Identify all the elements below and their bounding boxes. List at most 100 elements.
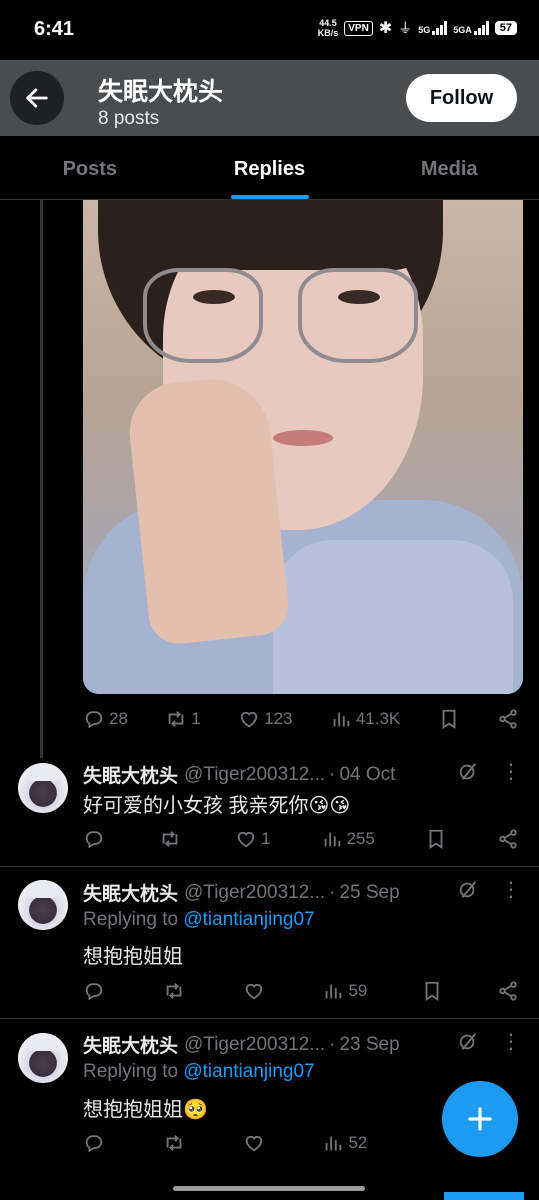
like-button[interactable]: 123 <box>238 708 292 730</box>
views-chart-icon <box>333 712 350 727</box>
share-icon <box>499 829 517 849</box>
replying-to: Replying to @tiantianjing07 <box>83 1061 315 1082</box>
bookmark-icon <box>429 829 443 849</box>
vpn-badge: VPN <box>344 20 373 36</box>
heart-icon <box>240 711 258 728</box>
reply-button[interactable] <box>83 980 109 1002</box>
arrow-left-icon <box>26 88 48 108</box>
reply-icon <box>85 983 103 1001</box>
share-button[interactable] <box>497 980 519 1002</box>
author-name[interactable]: 失眠大枕头 <box>83 1031 178 1058</box>
follow-button[interactable]: Follow <box>406 74 517 122</box>
tab-posts[interactable]: Posts <box>0 136 180 199</box>
more-options-icon[interactable]: ⋮ <box>501 759 521 784</box>
like-button[interactable] <box>243 1132 269 1154</box>
tab-replies[interactable]: Replies <box>180 136 360 199</box>
like-button[interactable] <box>243 980 269 1002</box>
views-chart-icon <box>326 1136 342 1151</box>
replying-to: Replying to @tiantianjing07 <box>83 909 315 930</box>
tweet-text: 好可爱的小女孩 我亲死你😘😘 <box>83 795 351 817</box>
bookmark-button[interactable] <box>425 828 447 850</box>
share-button[interactable] <box>497 708 519 730</box>
author-handle[interactable]: @Tiger200312... <box>184 1034 325 1056</box>
author-name[interactable]: 失眠大枕头 <box>83 761 178 788</box>
grok-icon[interactable] <box>457 1031 479 1053</box>
status-time: 6:41 <box>34 18 75 40</box>
post-count: 8 posts <box>98 108 160 129</box>
share-button[interactable] <box>497 828 519 850</box>
post-action-bar: 28 1 123 41.3K <box>83 708 519 730</box>
views-button[interactable]: 41.3K <box>330 708 400 730</box>
tweet-text: 想抱抱姐姐 <box>83 946 183 968</box>
tweet-date[interactable]: 04 Oct <box>339 764 395 786</box>
heart-icon <box>245 983 262 1000</box>
compose-button[interactable] <box>442 1081 518 1157</box>
like-button[interactable]: 1 <box>235 828 271 850</box>
views-button[interactable]: 59 <box>322 980 367 1002</box>
tweet-action-bar: 59 <box>83 980 519 1002</box>
repost-button[interactable] <box>159 828 185 850</box>
repost-icon <box>168 711 184 727</box>
author-handle[interactable]: @Tiger200312... <box>184 882 325 904</box>
views-button[interactable]: 52 <box>322 1132 367 1154</box>
repost-button[interactable] <box>163 1132 189 1154</box>
separator-dot: · <box>329 1033 336 1055</box>
heart-icon <box>245 1135 262 1152</box>
views-chart-icon <box>326 984 342 999</box>
more-options-icon[interactable]: ⋮ <box>501 877 521 902</box>
profile-name: 失眠大枕头 <box>98 78 224 106</box>
more-options-icon[interactable]: ⋮ <box>501 1029 521 1054</box>
tweet-date[interactable]: 23 Sep <box>339 1034 399 1056</box>
tweet-action-bar: 1 255 <box>83 828 519 850</box>
separator-dot: · <box>329 763 336 785</box>
bluetooth-icon: ✱ <box>378 20 393 37</box>
reply-tweet[interactable]: 失眠大枕头 @Tiger200312... · 04 Oct ⋮ 好可爱的小女孩… <box>0 745 539 867</box>
tweet-text: 想抱抱姐姐🥺 <box>83 1099 208 1121</box>
reply-icon <box>85 1135 103 1153</box>
grok-icon[interactable] <box>457 879 479 901</box>
avatar[interactable] <box>18 763 68 813</box>
status-bar: 6:41 44.5 KB/s VPN ✱ ⏚ 5G 5GA 57 <box>0 0 539 60</box>
partial-banner <box>444 1192 524 1200</box>
reply-button[interactable]: 28 <box>83 708 128 730</box>
repost-icon <box>166 983 182 999</box>
heart-icon <box>237 831 255 848</box>
thread-connector <box>40 200 43 758</box>
author-name[interactable]: 失眠大枕头 <box>83 879 178 906</box>
mention-link[interactable]: @tiantianjing07 <box>183 909 314 930</box>
battery-indicator: 57 <box>494 21 517 35</box>
profile-header: 失眠大枕头 8 posts Follow <box>0 60 539 136</box>
reply-icon <box>85 831 103 849</box>
grok-icon[interactable] <box>457 761 479 783</box>
author-handle[interactable]: @Tiger200312... <box>184 764 325 786</box>
repost-button[interactable] <box>163 980 189 1002</box>
tweet-date[interactable]: 25 Sep <box>339 882 399 904</box>
bookmark-icon <box>442 709 456 729</box>
network-speed: 44.5 KB/s <box>317 18 339 38</box>
reply-button[interactable] <box>83 828 109 850</box>
repost-icon <box>166 1135 182 1151</box>
home-indicator[interactable] <box>173 1186 365 1191</box>
bookmark-button[interactable] <box>421 980 443 1002</box>
share-icon <box>499 709 517 729</box>
avatar[interactable] <box>18 880 68 930</box>
profile-tabs: Posts Replies Media <box>0 136 539 200</box>
reply-tweet[interactable]: 失眠大枕头 @Tiger200312... · 25 Sep ⋮ Replyin… <box>0 867 539 1019</box>
reply-icon <box>85 711 103 729</box>
signal-sim2-icon: 5GA <box>453 21 489 35</box>
bookmark-icon <box>425 981 439 1001</box>
repost-icon <box>162 831 178 847</box>
separator-dot: · <box>329 881 336 903</box>
status-icons: 44.5 KB/s VPN ✱ ⏚ 5G 5GA 57 <box>318 18 517 38</box>
signal-sim1-icon: 5G <box>418 21 448 35</box>
avatar[interactable] <box>18 1033 68 1083</box>
back-button[interactable] <box>10 71 64 125</box>
views-button[interactable]: 255 <box>321 828 375 850</box>
bookmark-button[interactable] <box>438 708 460 730</box>
tab-media[interactable]: Media <box>359 136 539 199</box>
repost-button[interactable]: 1 <box>165 708 201 730</box>
mention-link[interactable]: @tiantianjing07 <box>183 1061 314 1082</box>
post-image[interactable] <box>83 200 523 694</box>
reply-button[interactable] <box>83 1132 109 1154</box>
views-chart-icon <box>324 832 340 847</box>
